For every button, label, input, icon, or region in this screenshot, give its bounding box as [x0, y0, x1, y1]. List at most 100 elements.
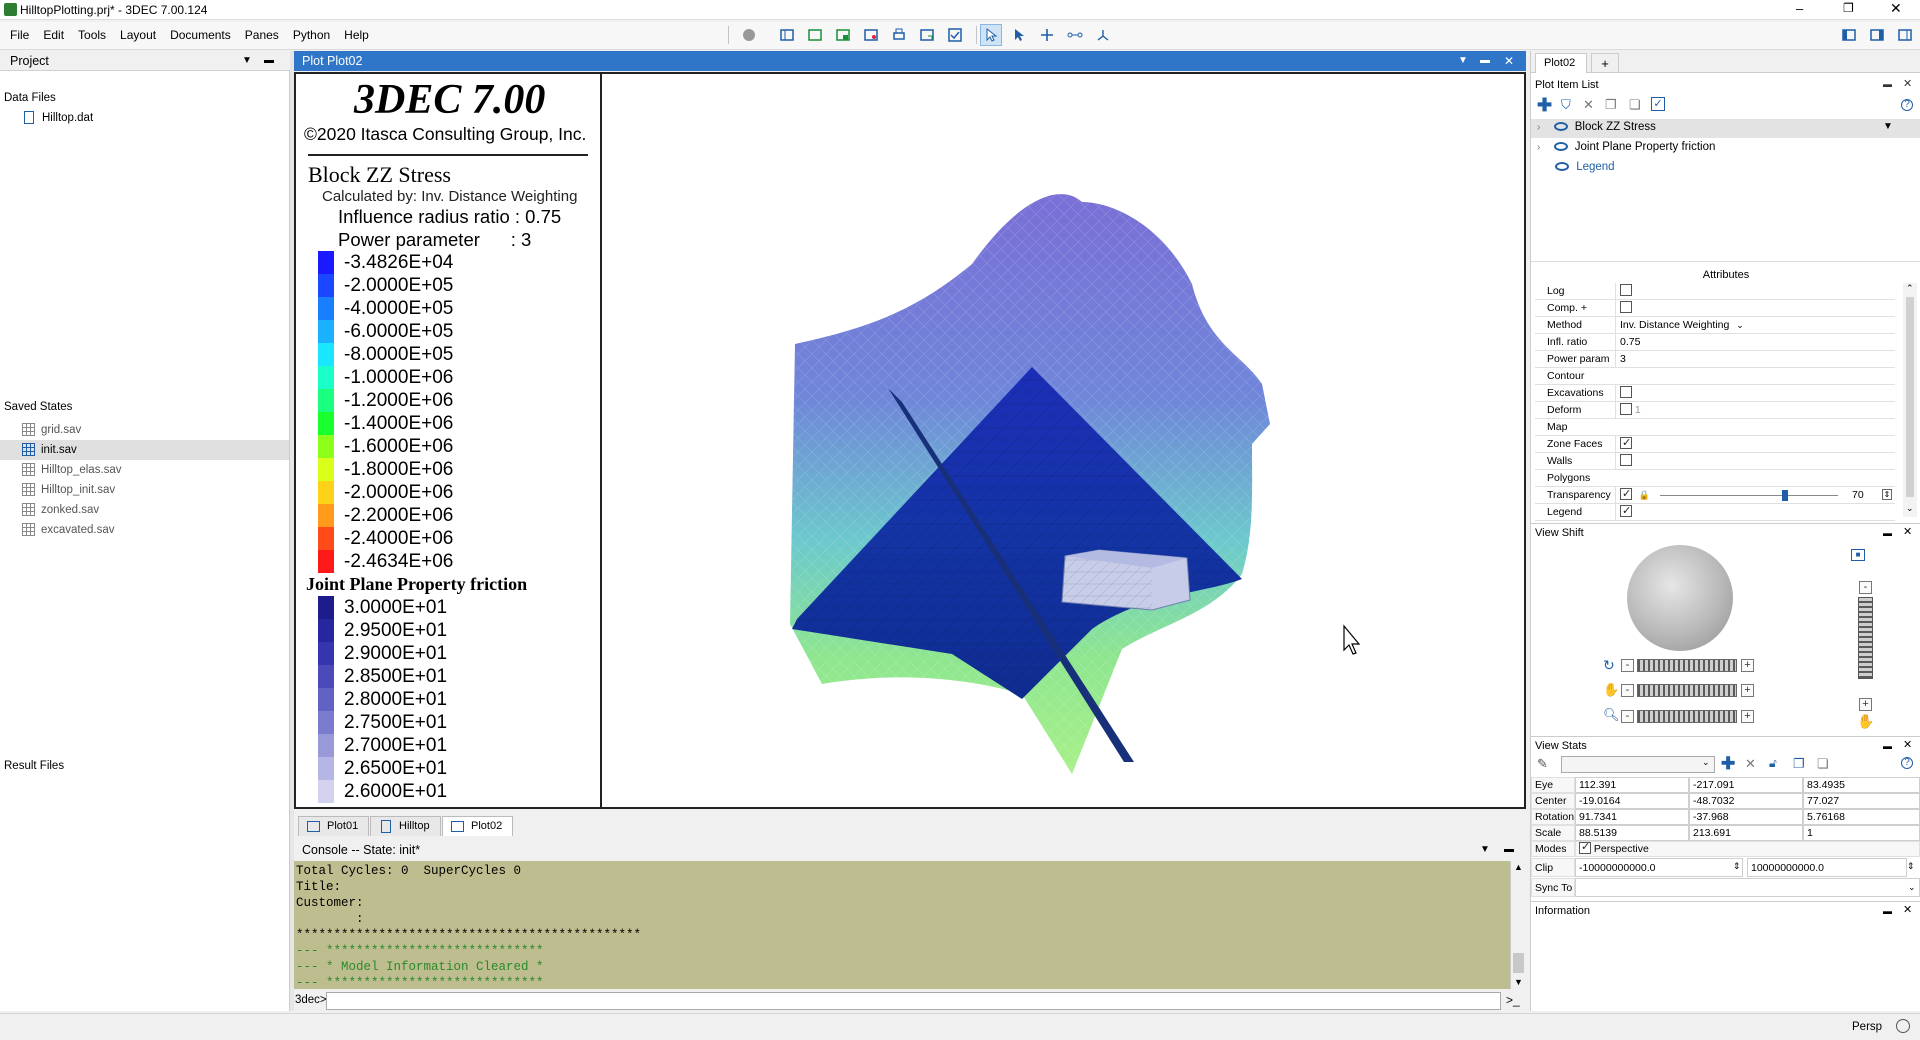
pane-minimize-icon[interactable]: ▬: [1883, 79, 1892, 89]
check-all-icon[interactable]: ✓: [1651, 97, 1665, 111]
menu-python[interactable]: Python: [293, 28, 330, 42]
clip-near[interactable]: -10000000000.0: [1575, 858, 1743, 877]
vertical-slider-track[interactable]: [1858, 597, 1873, 679]
eye-icon[interactable]: [1555, 162, 1569, 172]
pan-icon[interactable]: ✋: [1603, 682, 1619, 698]
menu-file[interactable]: File: [10, 28, 29, 42]
scroll-thumb[interactable]: [1906, 297, 1914, 497]
attributes-scrollbar[interactable]: ⌃ ⌄: [1903, 283, 1917, 517]
delete-view-icon[interactable]: ✕: [1745, 756, 1756, 772]
rotate-minus-button[interactable]: -: [1621, 659, 1634, 672]
spinner-icon[interactable]: ⇕: [1907, 861, 1915, 872]
zoom-slider[interactable]: [1637, 710, 1737, 723]
minimize-icon[interactable]: –: [1796, 1, 1803, 16]
menu-edit[interactable]: Edit: [43, 28, 64, 42]
pane-close-icon[interactable]: ✕: [1903, 901, 1912, 919]
pane-plot-icon[interactable]: [860, 24, 882, 46]
layout-full-icon[interactable]: [1894, 24, 1916, 46]
pane-minimize-icon[interactable]: ▬: [264, 51, 274, 71]
scroll-down-icon[interactable]: ▼: [1514, 977, 1523, 987]
console-scrollbar[interactable]: ▲ ▼: [1510, 861, 1526, 989]
pan-minus-button[interactable]: -: [1621, 684, 1634, 697]
data-file-item[interactable]: Hilltop.dat: [24, 108, 93, 128]
rotate-icon[interactable]: ↻: [1603, 657, 1615, 674]
close-icon[interactable]: ✕: [1890, 0, 1902, 17]
rotate-slider[interactable]: [1637, 659, 1737, 672]
print-icon[interactable]: [888, 24, 910, 46]
eye-y[interactable]: -217.091: [1689, 777, 1803, 793]
add-view-icon[interactable]: ✚: [1721, 754, 1735, 774]
pane-close-icon[interactable]: ✕: [1903, 523, 1912, 541]
plot-item-legend[interactable]: Legend: [1537, 161, 1917, 173]
deform-checkbox[interactable]: [1620, 403, 1632, 416]
restore-icon[interactable]: ❐: [1843, 1, 1854, 15]
crosshair-icon[interactable]: [1036, 24, 1058, 46]
chevron-down-icon[interactable]: ▼: [1883, 121, 1893, 132]
reset-view-icon[interactable]: ■: [1851, 549, 1865, 561]
menu-layout[interactable]: Layout: [120, 28, 156, 42]
add-tab-button[interactable]: +: [1591, 53, 1619, 73]
pan-plus-button[interactable]: +: [1741, 684, 1754, 697]
select-pointer-icon[interactable]: [980, 24, 1002, 46]
tools-icon[interactable]: ✎: [1537, 756, 1548, 772]
rotation-z[interactable]: 5.76168: [1803, 809, 1920, 825]
menu-tools[interactable]: Tools: [78, 28, 106, 42]
dropdown-arrow-icon[interactable]: ▼: [242, 51, 252, 71]
layout-left-icon[interactable]: [1838, 24, 1860, 46]
copy-view-icon[interactable]: ❐: [1793, 756, 1805, 772]
layout-right-icon[interactable]: [1866, 24, 1888, 46]
plot-view[interactable]: 3DEC 7.00 ©2020 Itasca Consulting Group,…: [294, 72, 1526, 809]
view-preset-select[interactable]: ⌄: [1561, 756, 1715, 773]
vertical-plus-button[interactable]: +: [1859, 698, 1872, 711]
excavations-checkbox[interactable]: [1620, 386, 1632, 399]
model-3d-view[interactable]: [602, 74, 1524, 807]
help-icon[interactable]: ?: [1901, 99, 1913, 111]
menu-panes[interactable]: Panes: [245, 28, 279, 42]
tab-plot02[interactable]: Plot02: [442, 816, 514, 836]
pane-refresh-icon[interactable]: [804, 24, 826, 46]
scale-y[interactable]: 213.691: [1689, 825, 1803, 841]
scroll-down-icon[interactable]: ⌄: [1906, 503, 1914, 514]
help-icon[interactable]: ?: [1901, 757, 1913, 769]
pane-minimize-icon[interactable]: ▬: [1883, 737, 1892, 755]
spinner-icon[interactable]: ⇕: [1882, 489, 1892, 500]
unlock-icon[interactable]: 🔓︎: [1769, 756, 1777, 771]
zoom-vertical-slider[interactable]: -: [1856, 581, 1874, 681]
rotation-y[interactable]: -37.968: [1689, 809, 1803, 825]
console-output[interactable]: Total Cycles: 0 SuperCycles 0 Title: Cus…: [294, 861, 1510, 989]
plot-item-joint-friction[interactable]: › Joint Plane Property friction: [1537, 141, 1917, 153]
menu-help[interactable]: Help: [344, 28, 369, 42]
pane-minimize-icon[interactable]: ▬: [1883, 524, 1892, 542]
pane-minimize-icon[interactable]: ▬: [1504, 840, 1514, 860]
dropdown-arrow-icon[interactable]: ▼: [1458, 51, 1468, 71]
axes-icon[interactable]: [1092, 24, 1114, 46]
filter-icon[interactable]: ⛉: [1561, 97, 1571, 113]
copy-item-icon[interactable]: ❐: [1605, 97, 1617, 113]
check-icon[interactable]: [944, 24, 966, 46]
zoom-icon[interactable]: 🔍︎: [1603, 707, 1620, 723]
power-param-field[interactable]: 3: [1615, 351, 1895, 367]
export-icon[interactable]: [916, 24, 938, 46]
eye-icon[interactable]: [1553, 142, 1568, 152]
plot-item-block-zz[interactable]: › Block ZZ Stress ▼: [1537, 121, 1917, 133]
saved-state-grid[interactable]: grid.sav: [22, 420, 81, 440]
eye-icon[interactable]: [1553, 122, 1568, 132]
eye-z[interactable]: 83.4935: [1803, 777, 1920, 793]
paste-view-icon[interactable]: ❏: [1817, 756, 1829, 772]
sync-to-select[interactable]: ⌄: [1575, 878, 1920, 897]
delete-item-icon[interactable]: ✕: [1583, 97, 1594, 113]
pane-left-icon[interactable]: [776, 24, 798, 46]
expand-arrow-icon[interactable]: ›: [1537, 142, 1540, 153]
attr-row-contour[interactable]: Contour: [1535, 368, 1895, 385]
pane-close-icon[interactable]: ✕: [1504, 51, 1514, 71]
zoom-minus-button[interactable]: -: [1621, 710, 1634, 723]
run-command-icon[interactable]: >_: [1506, 993, 1520, 1007]
pan-slider[interactable]: [1637, 684, 1737, 697]
transparency-slider-thumb[interactable]: [1782, 490, 1788, 501]
walls-checkbox[interactable]: [1620, 454, 1632, 467]
view-rotation-sphere[interactable]: [1627, 545, 1733, 651]
legend-checkbox[interactable]: [1620, 503, 1632, 519]
pane-close-icon[interactable]: ✕: [1903, 77, 1912, 90]
expand-arrow-icon[interactable]: ›: [1537, 122, 1540, 133]
clip-far[interactable]: 10000000000.0: [1747, 858, 1907, 877]
